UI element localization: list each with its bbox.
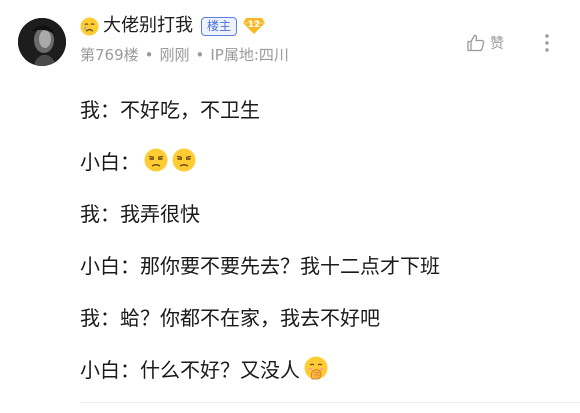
chat-line: 小白： 那你要不要先去？我十二点才下班 — [80, 238, 560, 290]
meta-separator: • — [144, 46, 154, 64]
like-button[interactable]: 赞 — [466, 33, 504, 53]
more-vertical-icon[interactable] — [542, 32, 552, 54]
face-with-hand-over-mouth-icon — [304, 356, 328, 380]
ip-location: IP属地:四川 — [210, 46, 289, 64]
chat-line: 我： 不好吃，不卫生 — [80, 82, 560, 134]
speaker-label: 我： — [80, 97, 120, 122]
comment-card: 大佬别打我 楼主 12 第769楼•刚刚•IP属地:四川 赞 我：不好 — [0, 0, 580, 413]
chat-line: 小白： 什么不好？又没人 — [80, 342, 560, 394]
author-name[interactable]: 大佬别打我 — [103, 12, 193, 40]
avatar-image — [18, 18, 66, 66]
post-time: 刚刚 — [159, 46, 190, 64]
message-text: 那你要不要先去？我十二点才下班 — [140, 253, 440, 278]
crying-face-icon — [80, 16, 99, 36]
message-text: 什么不好？又没人 — [140, 357, 300, 382]
comment-body: 我： 不好吃，不卫生 小白： 我： 我弄很快 小白： 那你要不要先去？我十二点才… — [80, 82, 560, 394]
message-text: 我弄很快 — [120, 201, 200, 226]
speaker-label: 小白： — [80, 149, 140, 174]
chat-line: 我： 蛤？你都不在家，我去不好吧 — [80, 290, 560, 342]
unamused-face-icon — [172, 148, 196, 172]
speaker-label: 我： — [80, 305, 120, 330]
speaker-label: 小白： — [80, 253, 140, 278]
message-text: 不好吃，不卫生 — [120, 97, 260, 122]
speaker-label: 我： — [80, 201, 120, 226]
avatar[interactable] — [18, 18, 66, 66]
meta-separator: • — [195, 46, 205, 64]
chat-line: 我： 我弄很快 — [80, 186, 560, 238]
unamused-face-icon — [144, 148, 168, 172]
message-text: 蛤？你都不在家，我去不好吧 — [120, 305, 380, 330]
op-badge: 楼主 — [201, 16, 238, 36]
thumbs-up-icon — [467, 34, 485, 52]
floor-number: 第769楼 — [80, 46, 139, 64]
level-number: 12 — [247, 20, 261, 30]
level-badge: 12 — [243, 17, 266, 35]
chat-line: 小白： — [80, 134, 560, 186]
speaker-label: 小白： — [80, 357, 140, 382]
divider — [80, 402, 580, 403]
like-label: 赞 — [490, 36, 504, 52]
